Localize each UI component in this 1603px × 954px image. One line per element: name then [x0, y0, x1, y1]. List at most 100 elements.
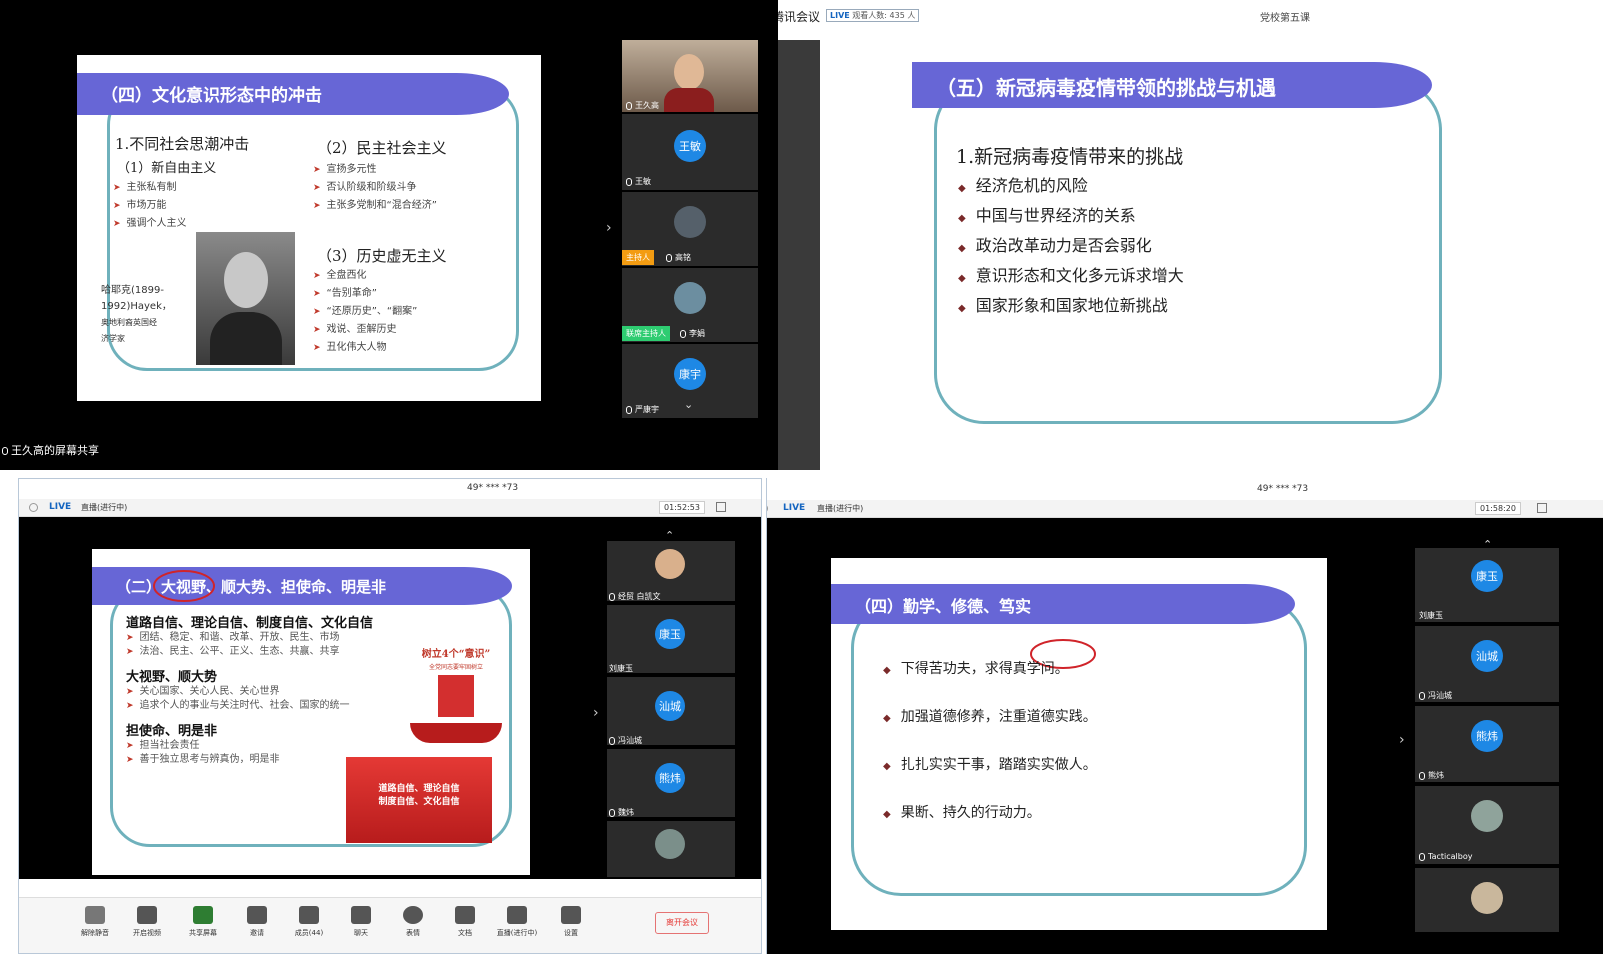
settings-dot-icon[interactable] [29, 503, 38, 512]
avatar: 熊炜 [655, 763, 685, 793]
avatar: 熊炜 [1471, 720, 1503, 752]
docs-button[interactable]: 文档 [441, 906, 489, 938]
list-item: ➤ 主张私有制 [113, 182, 177, 193]
live-status: 直播(进行中) [817, 504, 864, 513]
mic-icon [666, 253, 672, 262]
live-status: 直播(进行中) [81, 503, 128, 512]
live-icon [507, 906, 527, 924]
expand-arrow-icon[interactable]: › [1399, 732, 1405, 748]
slide-1: （四）文化意识形态中的冲击 1.不同社会思潮冲击 （1）新自由主义 ➤ 主张私有制… [77, 55, 541, 401]
mic-icon [609, 808, 615, 817]
expand-arrow-icon[interactable]: › [606, 220, 612, 236]
section: 大视野、顺大势 ➤ 关心国家、关心人民、关心世界 ➤ 追求个人的事业与关注时代、社会… [126, 670, 350, 712]
avatar [1471, 800, 1503, 832]
poster-four-confidences: 道路自信、理论自信 制度自信、文化自信 [346, 757, 492, 843]
video-tile[interactable]: 汕城 冯汕城 [607, 677, 735, 745]
video-tile-speaker[interactable]: 王久高 [622, 40, 758, 112]
avatar: 康宇 [674, 358, 706, 390]
live-badge: LIVE [783, 503, 806, 513]
mic-icon [1419, 691, 1425, 700]
emoji-icon [403, 906, 423, 924]
video-tile[interactable]: 主持人 高铭 [622, 192, 758, 266]
list-item: ➤ 宣扬多元性 [313, 164, 377, 175]
video-tile[interactable]: 熊炜 魏炜 [607, 749, 735, 817]
live-badge: LIVE [49, 502, 72, 512]
avatar [655, 549, 685, 579]
emoji-button[interactable]: 表情 [389, 906, 437, 938]
participant-name: 王久高 [626, 100, 659, 111]
members-icon [299, 906, 319, 924]
video-tile[interactable]: 联席主持人 李娟 [622, 268, 758, 342]
participant-name: 王敏 [626, 176, 651, 187]
video-tile[interactable]: 熊炜 熊炜 [1415, 706, 1559, 782]
section: 道路自信、理论自信、制度自信、文化自信 ➤ 团结、稳定、和谐、改革、开放、民生、市… [126, 616, 374, 658]
invite-button[interactable]: 邀请 [233, 906, 281, 938]
right-list-2: ➤ 全盘西化 ➤ “告别革命” ➤ “还原历史”、“翻案” ➤ 戏说、歪解历史 ➤ 丑化伟… [313, 267, 417, 357]
meeting-id: 49* *** *73 [1257, 484, 1309, 494]
list-item: ➤ 强调个人主义 [113, 218, 187, 229]
list-item: ➤ 戏说、歪解历史 [313, 324, 397, 335]
participant-name: 冯汕城 [1419, 690, 1452, 701]
mic-icon [626, 101, 632, 110]
avatar: 汕城 [655, 691, 685, 721]
meeting-window-4: 49* *** *73 LIVE 直播(进行中) 01:58:20 （四）勤学、… [766, 478, 1603, 954]
left-heading: 1.不同社会思潮冲击 [115, 135, 250, 153]
right-subheading-2: （3）历史虚无主义 [317, 247, 447, 265]
video-tile[interactable]: 康宇 严康宇 ⌄ [622, 344, 758, 418]
list-item: ◆ 中国与世界经济的关系 [958, 206, 1136, 225]
expand-arrow-icon[interactable]: › [593, 705, 599, 721]
avatar [674, 206, 706, 238]
participant-name: 熊炜 [1419, 770, 1444, 781]
share-screen-button[interactable]: 共享屏幕 [179, 906, 227, 938]
mic-icon [626, 177, 632, 186]
list-item: ➤ “还原历史”、“翻案” [313, 306, 418, 317]
video-tile[interactable]: 汕城 冯汕城 [1415, 626, 1559, 702]
members-button[interactable]: 成员(44) [285, 906, 333, 938]
camera-off-icon [137, 906, 157, 924]
share-screen-icon [193, 906, 213, 924]
fullscreen-icon[interactable] [1537, 503, 1547, 513]
list-item: ◆ 下得苦功夫，求得真学问。 [883, 661, 1069, 677]
section: 担使命、明是非 ➤ 担当社会责任 ➤ 善于独立思考与辨真伪，明是非 [126, 724, 280, 766]
meeting-id-bar: 49* *** *73 [19, 479, 761, 499]
settings-button[interactable]: 设置 [547, 906, 595, 938]
mic-off-icon [85, 906, 105, 924]
list-item: ◆ 果断、持久的行动力。 [883, 805, 1041, 821]
meeting-title: 党校第五课 [1260, 13, 1310, 24]
start-video-button[interactable]: 开启视频 [123, 906, 171, 938]
slide-banner: （四）勤学、修德、笃实 [831, 584, 1295, 624]
list-item: ➤ 主张多党制和“混合经济” [313, 200, 437, 211]
video-tile[interactable]: 康玉 刘康玉 [1415, 548, 1559, 622]
participant-name: 刘康玉 [609, 664, 633, 673]
participant-name: 李娟 [680, 328, 705, 339]
video-tile[interactable]: Tacticalboy [1415, 786, 1559, 864]
chat-button[interactable]: 聊天 [337, 906, 385, 938]
video-tile[interactable]: 经贸 白凯文 [607, 541, 735, 601]
poster-four-awareness: 树立4个“意识” 全党同志要牢固树立 [410, 645, 502, 749]
avatar [655, 829, 685, 859]
live-timer: 01:52:53 [659, 501, 705, 514]
fullscreen-icon[interactable] [716, 502, 726, 512]
video-tile[interactable] [607, 821, 735, 877]
chevron-down-icon[interactable]: ⌄ [684, 398, 693, 411]
cohost-badge: 联席主持人 [622, 326, 670, 341]
list-item: ➤ 丑化伟大人物 [313, 342, 387, 353]
settings-dot-icon[interactable] [767, 504, 768, 513]
unmute-button[interactable]: 解除静音 [71, 906, 119, 938]
slide-3: （二）大视野、顺大势、担使命、明是非 道路自信、理论自信、制度自信、文化自信 ➤… [92, 549, 530, 875]
slide-list: ◆ 经济危机的风险 ◆ 中国与世界经济的关系 ◆ 政治改革动力是否会弱化 ◆ 意识形态和… [958, 172, 1184, 322]
list-item: ➤ “告别革命” [313, 288, 377, 299]
list-item: ➤ 市场万能 [113, 200, 167, 211]
video-tile[interactable]: 康玉 刘康玉 [607, 605, 735, 673]
leave-meeting-button[interactable]: 离开会议 [655, 912, 709, 934]
list-item: ◆ 国家形象和国家地位新挑战 [958, 296, 1168, 315]
list-item: ➤ 全盘西化 [313, 270, 367, 281]
hayek-photo [196, 232, 295, 365]
video-tile[interactable] [1415, 868, 1559, 932]
meeting-toolbar: 解除静音 开启视频 共享屏幕 邀请 成员(44) 聊天 表情 文档 直播(进行中… [19, 897, 761, 953]
avatar: 王敏 [674, 130, 706, 162]
left-gutter [778, 40, 820, 470]
live-button[interactable]: 直播(进行中) [493, 906, 541, 938]
video-tile[interactable]: 王敏 王敏 [622, 114, 758, 190]
slide-banner: （四）文化意识形态中的冲击 [77, 73, 509, 115]
